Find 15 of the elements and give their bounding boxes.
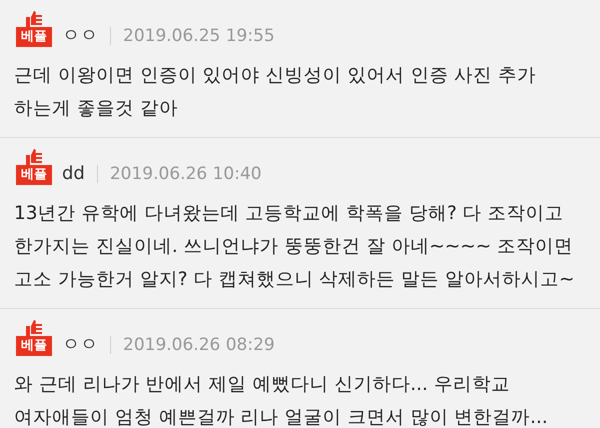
author-name: ㅇㅇ (62, 25, 98, 47)
best-comment-badge: 베플 (16, 336, 52, 356)
comment-text: 근데 이왕이면 인증이 있어야 신빙성이 있어서 인증 사진 추가 하는게 좋을것 같아 (14, 64, 538, 121)
comment-text: 와 근데 리나가 반에서 제일 예뻤다니 신기하다... 우리학교 여자애들이 엄청 예쁜걸까 리나 얼굴이 크면서 많이 변한걸까... (14, 373, 549, 428)
thumbs-up-icon (24, 319, 44, 336)
comment-date: 2019.06.26 10:40 (110, 163, 262, 185)
comment-text: 13년간 유학에 다녀왔는데 고등학교에 학폭을 당해? 다 조작이고 한가지는 진실이네. 쓰니언냐가 뚱뚱한건 잘 아네~~~~ 조작이면 고소 가능한거 알지? 다 캡쳐했으니 삭제하든 말든 알아서하시고~ (14, 202, 576, 292)
best-comment-badge: 베플 (16, 165, 52, 185)
thumbs-up-icon (24, 148, 44, 165)
thumbs-up-icon (24, 10, 44, 27)
comment-date: 2019.06.26 08:29 (123, 334, 275, 356)
best-comment-badge: 베플 (16, 27, 52, 47)
author-name: ㅇㅇ (62, 334, 98, 356)
author-name: dd (62, 163, 85, 185)
comment-date: 2019.06.25 19:55 (123, 25, 275, 47)
